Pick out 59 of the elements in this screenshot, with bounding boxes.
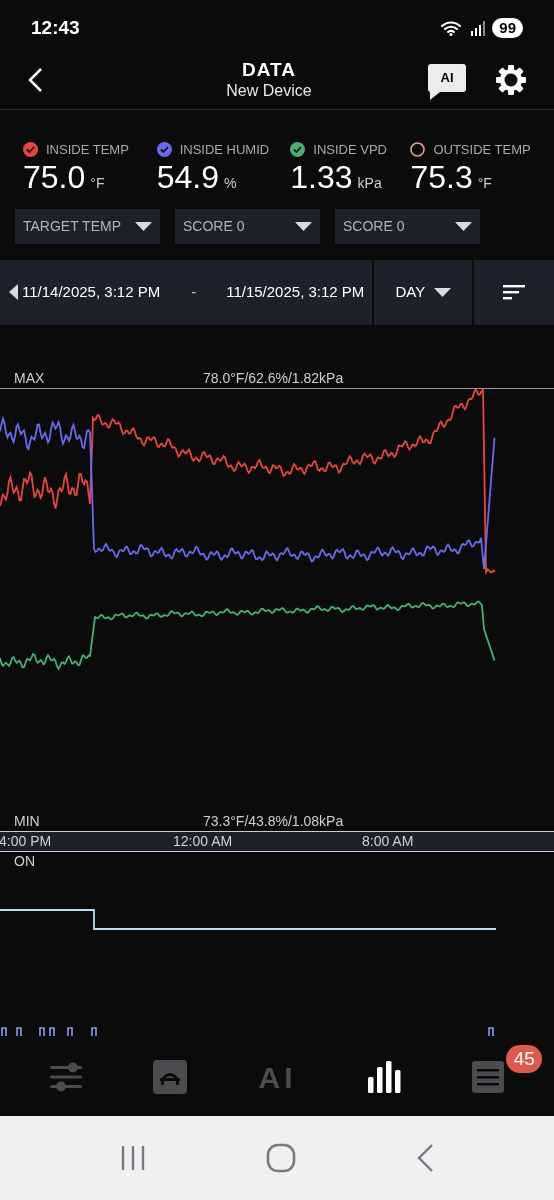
caret-left-icon xyxy=(9,284,18,300)
sliders-icon xyxy=(49,1062,82,1092)
notification-badge: 45 xyxy=(506,1045,543,1073)
time-axis-label: 8:00 AM xyxy=(362,833,414,849)
status-time: 12:43 xyxy=(31,15,80,40)
on-label: ON xyxy=(14,853,35,869)
series-label: INSIDE TEMP xyxy=(46,141,129,159)
caret-icon xyxy=(434,287,452,297)
home-button[interactable] xyxy=(266,1143,296,1173)
checked-circle-icon[interactable] xyxy=(23,142,38,158)
back-icon xyxy=(416,1143,434,1173)
reading-value: 75.0 xyxy=(23,158,86,195)
list-icon xyxy=(472,1061,505,1093)
filter-dropdown[interactable]: SCORE 0 xyxy=(175,208,320,244)
unit-label: °F xyxy=(90,173,105,193)
unit-label: °F xyxy=(477,173,492,193)
filter-dropdown[interactable]: SCORE 0 xyxy=(335,208,480,244)
period-dropdown[interactable]: DAY xyxy=(374,280,473,304)
previous-button[interactable] xyxy=(9,284,18,300)
settings-button[interactable] xyxy=(494,62,528,97)
ai-chat-button[interactable]: AI xyxy=(428,63,466,100)
checked-circle-icon[interactable] xyxy=(156,142,172,158)
min-label: MIN xyxy=(14,813,40,829)
recent-apps-icon xyxy=(120,1144,146,1172)
series-label: INSIDE VPD xyxy=(313,141,387,159)
end-date[interactable]: 11/15/2025, 3:12 PM xyxy=(226,280,365,304)
unit-label: % xyxy=(223,173,237,193)
filter-dropdown[interactable]: TARGET TEMP xyxy=(15,208,160,244)
time-axis-label: 4:00 PM xyxy=(0,833,52,849)
page-title: DATA xyxy=(242,58,296,81)
reading-value: 54.9 xyxy=(156,158,219,195)
helmet-icon xyxy=(153,1060,188,1094)
settings-icon xyxy=(494,62,528,97)
reading-value: 1.33 xyxy=(290,158,353,195)
series-label: OUTSIDE TEMP xyxy=(433,141,531,159)
reading-value: 75.3 xyxy=(410,158,473,195)
checked-circle-icon[interactable] xyxy=(290,142,306,158)
unchecked-circle-icon[interactable] xyxy=(410,142,426,158)
max-label: MAX xyxy=(14,369,45,386)
device-name: New Device xyxy=(226,80,312,101)
battery-indicator: 99 xyxy=(492,18,523,38)
home-icon xyxy=(266,1143,296,1173)
series-label: INSIDE HUMID xyxy=(179,141,270,159)
caret-icon xyxy=(135,221,152,231)
caret-icon xyxy=(295,221,312,231)
min-value: 73.3°F/43.8%/1.08kPa xyxy=(203,813,344,829)
wifi-icon xyxy=(441,20,462,36)
bar-chart-icon xyxy=(367,1061,401,1093)
start-date[interactable]: 11/14/2025, 3:12 PM xyxy=(22,280,161,304)
back-icon xyxy=(26,65,44,94)
sort-icon xyxy=(503,284,526,300)
max-value: 78.0°F/62.6%/1.82kPa xyxy=(203,369,344,386)
signal-icon xyxy=(470,20,487,36)
unit-label: kPa xyxy=(357,173,382,193)
time-axis-label: 12:00 AM xyxy=(173,833,233,849)
range-separator: - xyxy=(191,281,197,302)
caret-icon xyxy=(455,221,472,231)
recent-apps-button[interactable] xyxy=(120,1144,146,1172)
nav-tab[interactable] xyxy=(367,1061,401,1093)
